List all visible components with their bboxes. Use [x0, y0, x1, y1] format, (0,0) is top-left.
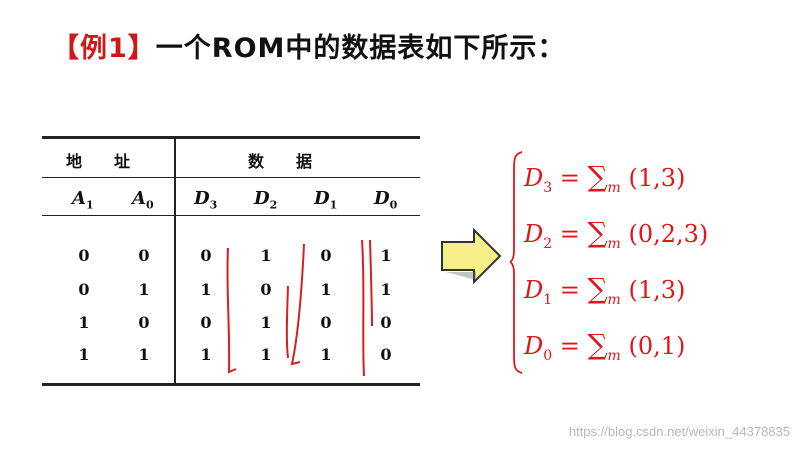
- pen-mark-d2: [290, 243, 305, 366]
- pen-mark-d1-left: [285, 285, 289, 359]
- pen-mark-d0-inner: [369, 239, 373, 327]
- left-brace: [510, 151, 523, 374]
- pen-mark-d3: [226, 247, 237, 374]
- right-arrow-icon: [441, 228, 502, 284]
- equation-d3: D3 = ∑m (1,3): [524, 160, 686, 196]
- pen-mark-d0: [361, 239, 365, 377]
- equation-d1: D1 = ∑m (1,3): [524, 272, 686, 308]
- example-tag: 【例1】: [52, 33, 156, 64]
- watermark: https://blog.csdn.net/weixin_44378835: [568, 424, 790, 439]
- rom-data-table: 地 址 数 据 A1 A0 D3 D2 D1 D0 0 0 0 1 0 1 0 …: [42, 136, 420, 386]
- title-text: 一个ROM中的数据表如下所示：: [155, 33, 566, 64]
- equation-d0: D0 = ∑m (0,1): [524, 328, 686, 364]
- equation-d2: D2 = ∑m (0,2,3): [524, 216, 709, 252]
- handwritten-column-marks: [226, 239, 373, 377]
- slide-title: 【例1】一个ROM中的数据表如下所示：: [52, 26, 565, 65]
- equation-group: D3 = ∑m (1,3) D2 = ∑m (0,2,3) D1 = ∑m (1…: [510, 150, 780, 375]
